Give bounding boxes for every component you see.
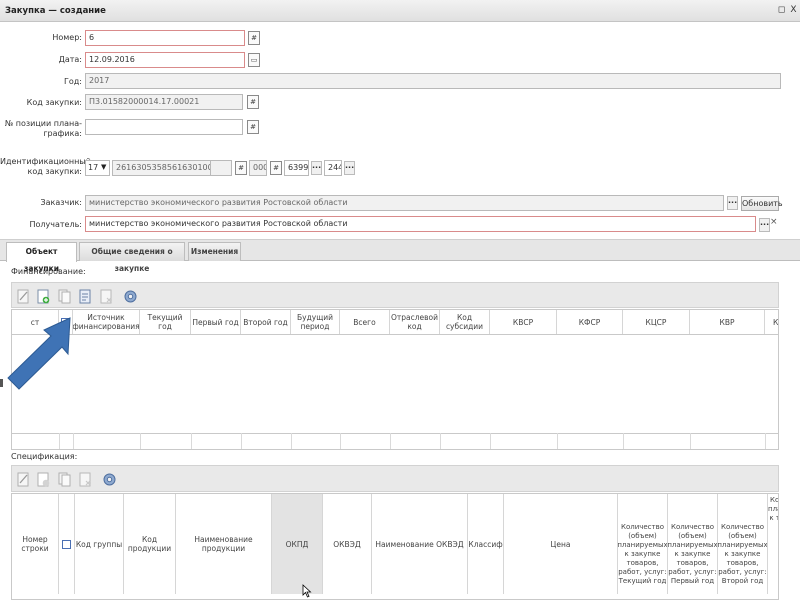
spec-col-classifier[interactable]: Классиф xyxy=(468,494,504,594)
spec-col-row-number[interactable]: Номер строки xyxy=(12,494,59,594)
year-field: 2017 xyxy=(85,73,781,89)
spec-col-product-code[interactable]: Код продукции xyxy=(124,494,176,594)
gear-icon[interactable] xyxy=(102,472,117,487)
annotation-arrow-icon xyxy=(7,317,71,390)
financing-label: Финансирование: xyxy=(11,267,86,276)
date-label: Дата: xyxy=(58,55,82,64)
ident-code-picker2-icon[interactable]: # xyxy=(270,161,282,175)
recipient-field[interactable]: министерство экономического развития Рос… xyxy=(85,216,756,232)
spec-col-product-name[interactable]: Наименование продукции xyxy=(176,494,272,594)
financing-col-kvr[interactable]: КВР xyxy=(690,310,765,334)
financing-col-current-year[interactable]: Текущий год xyxy=(140,310,191,334)
purchase-code-label: Код закупки: xyxy=(26,98,82,107)
purchase-code-field: П3.01582000014.17.00021 xyxy=(85,94,243,110)
gear-icon[interactable] xyxy=(123,289,138,304)
edit-icon[interactable] xyxy=(17,472,30,487)
ident-code-part4-input[interactable]: 244 xyxy=(324,160,342,176)
window-titlebar: Закупка — создание ◻ X xyxy=(0,0,800,22)
copy-icon[interactable] xyxy=(58,289,71,304)
window-title: Закупка — создание xyxy=(5,6,106,16)
number-input[interactable]: 6 xyxy=(85,30,245,46)
document-icon[interactable] xyxy=(79,289,92,304)
plan-position-label: № позиции плана-графика: xyxy=(4,119,82,138)
financing-col-kcsr[interactable]: КЦСР xyxy=(623,310,690,334)
tab-purchase-object[interactable]: Объект закупки xyxy=(6,242,77,273)
ident-code-part3-input[interactable]: 6399 xyxy=(284,160,309,176)
chevron-down-icon: ▼ xyxy=(101,163,107,171)
delete-icon[interactable] xyxy=(79,472,92,487)
spec-col-qty-first-year[interactable]: Количество (объем) планируемых к закупке… xyxy=(668,494,718,594)
financing-col-kfsr[interactable]: КФСР xyxy=(557,310,623,334)
calendar-icon[interactable]: ▭ xyxy=(248,53,260,67)
close-icon[interactable]: X xyxy=(788,5,799,16)
spec-select-all-checkbox[interactable] xyxy=(62,539,71,549)
year-label: Год: xyxy=(64,77,82,86)
add-icon[interactable] xyxy=(37,289,50,304)
customer-select-button[interactable]: ... xyxy=(727,196,738,210)
financing-col-subsidy-code[interactable]: Код субсидии xyxy=(440,310,490,334)
spec-col-price[interactable]: Цена xyxy=(504,494,618,594)
financing-col-second-year[interactable]: Второй год xyxy=(241,310,291,334)
financing-col-k[interactable]: К xyxy=(765,310,778,334)
specification-grid: Номер строки Код группы Код продукции На… xyxy=(11,493,779,600)
plan-position-picker-icon[interactable]: # xyxy=(247,120,259,134)
financing-col-total[interactable]: Всего xyxy=(340,310,390,334)
purchase-create-window: { "window": {"title": "Закупка — создани… xyxy=(0,0,800,600)
spec-col-qty-second-year[interactable]: Количество (объем) планируемых к закупке… xyxy=(718,494,768,594)
ident-code-part1-field xyxy=(210,160,232,176)
customer-label: Заказчик: xyxy=(40,198,82,207)
tab-changes[interactable]: Изменения xyxy=(188,242,241,261)
spec-select-all-cell xyxy=(59,494,75,594)
spec-col-okpd[interactable]: ОКПД xyxy=(272,494,323,594)
restore-icon[interactable]: ◻ xyxy=(776,5,787,16)
specification-label: Спецификация: xyxy=(11,452,78,461)
recipient-label: Получатель: xyxy=(29,220,83,229)
spec-col-okved[interactable]: ОКВЭД xyxy=(323,494,372,594)
purchase-code-picker-icon[interactable]: # xyxy=(247,95,259,109)
ident-code-picker-icon[interactable]: # xyxy=(235,161,247,175)
ident-code-part2-field: 000 xyxy=(249,160,267,176)
financing-col-industry-code[interactable]: Отраслевой код xyxy=(390,310,440,334)
spec-col-qty-current-year[interactable]: Количество (объем) планируемых к закупке… xyxy=(618,494,668,594)
recipient-select-button[interactable]: ... xyxy=(759,218,770,232)
spec-col-group-code[interactable]: Код группы xyxy=(75,494,124,594)
mouse-cursor-icon xyxy=(302,584,312,598)
ident-code-part4-ellipsis-button[interactable]: ... xyxy=(344,161,355,175)
copy-icon[interactable] xyxy=(58,472,71,487)
date-input[interactable]: 12.09.2016 xyxy=(85,52,245,68)
financing-col-kvsr[interactable]: КВСР xyxy=(490,310,557,334)
ident-code-part3-ellipsis-button[interactable]: ... xyxy=(311,161,322,175)
financing-col-source[interactable]: Источник финансирования xyxy=(73,310,140,334)
specification-toolbar xyxy=(11,465,779,492)
delete-icon[interactable] xyxy=(100,289,113,304)
ident-code-label: Идентификационный код закупки: xyxy=(0,157,91,176)
tab-general-info[interactable]: Общие сведения о закупке xyxy=(79,242,185,273)
plan-position-input[interactable] xyxy=(85,119,243,135)
number-picker-icon[interactable]: # xyxy=(248,31,260,45)
financing-col-first-year[interactable]: Первый год xyxy=(191,310,241,334)
spec-col-qty-next[interactable]: Ко пла к т xyxy=(768,494,778,594)
clear-icon[interactable]: × xyxy=(770,217,778,227)
financing-grid: ст Источник финансирования Текущий год П… xyxy=(11,309,779,450)
customer-field: министерство экономического развития Рос… xyxy=(85,195,724,211)
spec-col-okved-name[interactable]: Наименование ОКВЭД xyxy=(372,494,468,594)
financing-toolbar xyxy=(11,282,779,308)
arrow-side-marker xyxy=(0,379,3,387)
refresh-button[interactable]: Обновить xyxy=(741,196,783,211)
add-icon[interactable] xyxy=(37,472,50,487)
financing-col-future-period[interactable]: Будущий период xyxy=(291,310,340,334)
number-label: Номер: xyxy=(52,33,82,42)
edit-icon[interactable] xyxy=(17,289,30,304)
